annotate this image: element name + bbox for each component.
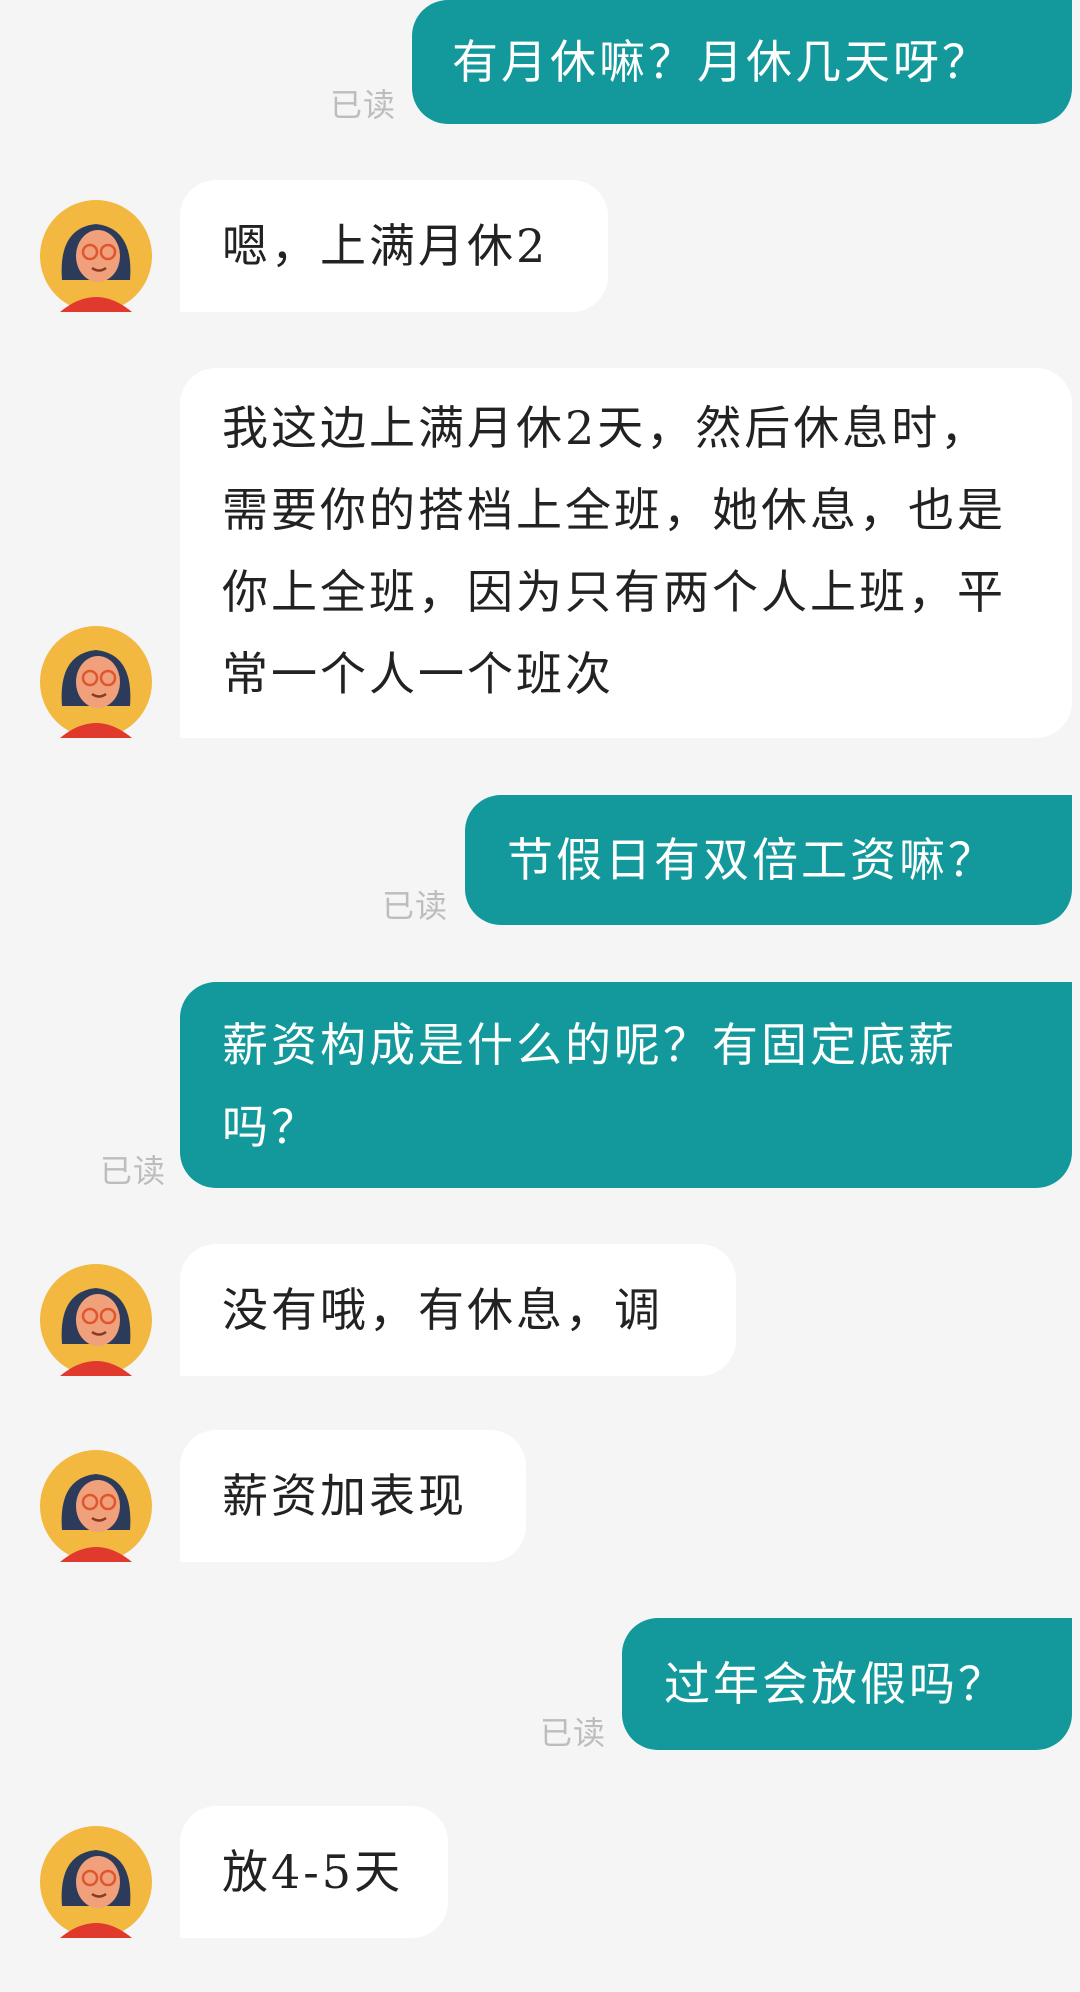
message-row: 已读 薪资构成是什么的呢？有固定底薪吗？ — [0, 982, 1080, 1190]
contact-avatar[interactable] — [40, 200, 152, 312]
message-row: 薪资加表现 — [0, 1430, 1080, 1562]
outgoing-message-bubble[interactable]: 过年会放假吗？ — [622, 1618, 1072, 1750]
read-receipt: 已读 — [540, 1714, 607, 1752]
message-row: 已读 有月休嘛？月休几天呀？ — [0, 0, 1080, 126]
read-receipt: 已读 — [330, 86, 397, 124]
message-row: 放4-5天 — [0, 1806, 1080, 1938]
message-row: 已读 节假日有双倍工资嘛？ — [0, 795, 1080, 925]
contact-avatar[interactable] — [40, 1264, 152, 1376]
read-receipt: 已读 — [100, 1152, 167, 1190]
chat-message-list[interactable]: 已读 有月休嘛？月休几天呀？ 嗯，上满月休2 我这边上满月休2天，然后休息时，需… — [0, 0, 1080, 1992]
contact-avatar[interactable] — [40, 626, 152, 738]
woman-with-glasses-avatar-icon — [40, 1826, 152, 1938]
woman-with-glasses-avatar-icon — [40, 626, 152, 738]
message-row: 嗯，上满月休2 — [0, 180, 1080, 312]
outgoing-message-bubble[interactable]: 节假日有双倍工资嘛？ — [465, 795, 1072, 925]
incoming-message-bubble[interactable]: 我这边上满月休2天，然后休息时，需要你的搭档上全班，她休息，也是你上全班，因为只… — [180, 368, 1072, 738]
woman-with-glasses-avatar-icon — [40, 1450, 152, 1562]
incoming-message-bubble[interactable]: 放4-5天 — [180, 1806, 448, 1938]
incoming-message-bubble[interactable]: 没有哦，有休息，调 — [180, 1244, 736, 1376]
message-row: 我这边上满月休2天，然后休息时，需要你的搭档上全班，她休息，也是你上全班，因为只… — [0, 368, 1080, 738]
contact-avatar[interactable] — [40, 1826, 152, 1938]
woman-with-glasses-avatar-icon — [40, 200, 152, 312]
contact-avatar[interactable] — [40, 1450, 152, 1562]
incoming-message-bubble[interactable]: 嗯，上满月休2 — [180, 180, 608, 312]
message-row: 没有哦，有休息，调 — [0, 1244, 1080, 1376]
outgoing-message-bubble[interactable]: 有月休嘛？月休几天呀？ — [412, 0, 1072, 124]
outgoing-message-bubble[interactable]: 薪资构成是什么的呢？有固定底薪吗？ — [180, 982, 1072, 1188]
woman-with-glasses-avatar-icon — [40, 1264, 152, 1376]
message-row: 已读 过年会放假吗？ — [0, 1618, 1080, 1752]
read-receipt: 已读 — [382, 887, 449, 925]
incoming-message-bubble[interactable]: 薪资加表现 — [180, 1430, 526, 1562]
